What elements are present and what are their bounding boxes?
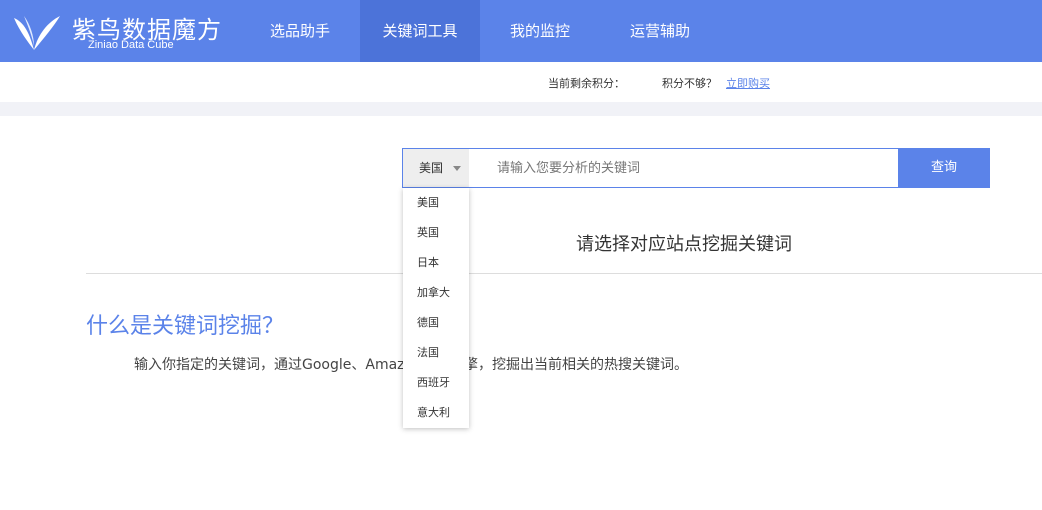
nav-item-product-assistant[interactable]: 选品助手 <box>246 0 354 62</box>
keyword-search-box: 美国 查询 <box>402 148 990 188</box>
nav-item-keyword-tool[interactable]: 关键词工具 <box>360 0 480 62</box>
country-option-ca[interactable]: 加拿大 <box>403 278 469 308</box>
brand-logo[interactable]: 紫鸟数据魔方 Ziniao Data Cube <box>8 6 228 56</box>
country-option-fr[interactable]: 法国 <box>403 338 469 368</box>
country-dropdown: 美国 英国 日本 加拿大 德国 法国 西班牙 意大利 <box>403 188 469 428</box>
select-site-prompt: 请选择对应站点挖掘关键词 <box>576 234 792 255</box>
query-button[interactable]: 查询 <box>898 148 990 188</box>
points-remaining-label: 当前剩余积分： <box>548 77 625 90</box>
country-option-es[interactable]: 西班牙 <box>403 368 469 398</box>
caret-down-icon <box>453 166 461 171</box>
nav-item-my-monitor[interactable]: 我的监控 <box>490 0 590 62</box>
country-option-uk[interactable]: 英国 <box>403 218 469 248</box>
keyword-input[interactable] <box>483 149 893 187</box>
section-separator <box>0 102 1042 116</box>
country-select-value: 美国 <box>419 161 444 175</box>
country-option-jp[interactable]: 日本 <box>403 248 469 278</box>
brand-subtitle: Ziniao Data Cube <box>88 39 174 51</box>
country-option-it[interactable]: 意大利 <box>403 398 469 428</box>
country-option-us[interactable]: 美国 <box>403 188 469 218</box>
points-insufficient-text: 积分不够？ <box>662 77 717 90</box>
top-navbar: 紫鸟数据魔方 Ziniao Data Cube 选品助手 关键词工具 我的监控 … <box>0 0 1042 62</box>
buy-now-link[interactable]: 立即购买 <box>726 75 770 91</box>
country-select[interactable]: 美国 <box>403 149 469 187</box>
nav-item-operation-assist[interactable]: 运营辅助 <box>610 0 710 62</box>
points-bar: 当前剩余积分： 积分不够？ 立即购买 <box>0 62 1042 102</box>
content-divider <box>86 273 1042 274</box>
info-title: 什么是关键词挖掘？ <box>86 314 285 339</box>
country-option-de[interactable]: 德国 <box>403 308 469 338</box>
bird-logo-icon <box>14 16 60 50</box>
